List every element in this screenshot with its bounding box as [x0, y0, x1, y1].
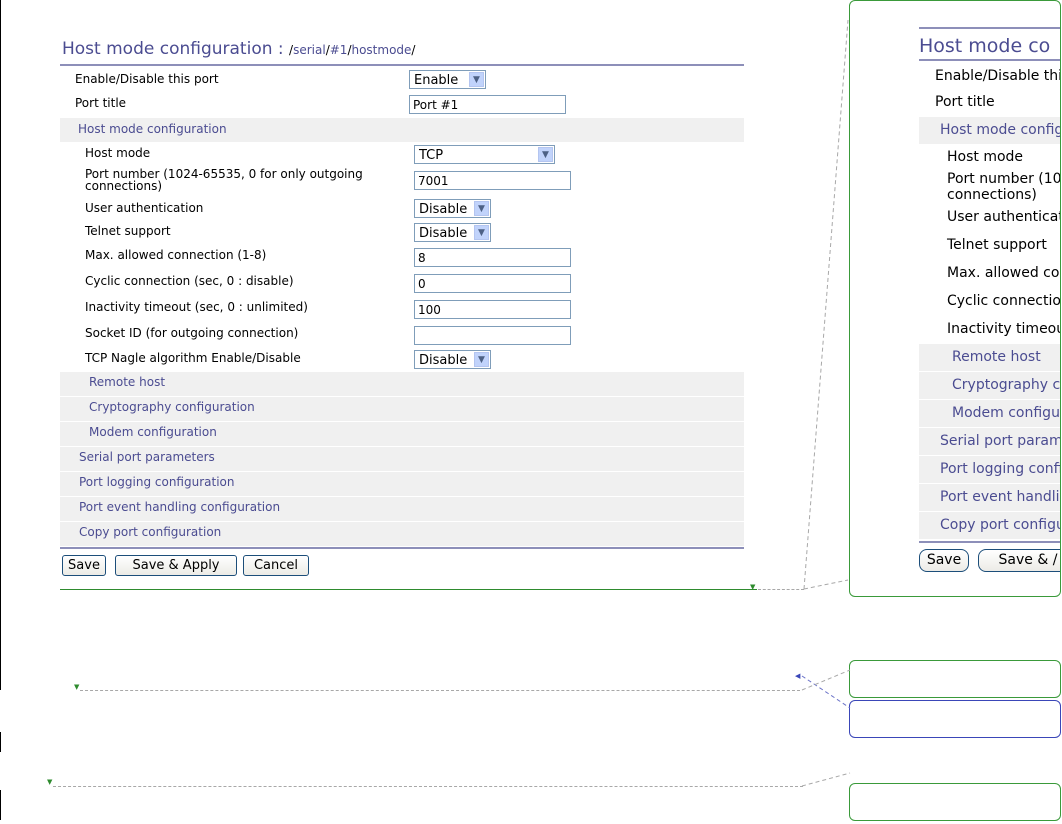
connector-lines [801, 772, 851, 787]
title-divider [60, 64, 744, 66]
preview-row: Telnet support [947, 237, 1047, 253]
triangle-marker-icon: ▼ [47, 778, 53, 786]
section-modem[interactable]: Modem configuration [60, 422, 744, 446]
preview-row: Port title [935, 94, 995, 110]
left-edge-bar [0, 732, 1, 752]
left-edge-bar [0, 0, 1, 690]
preview-row: Remote host [919, 344, 1060, 371]
callout-green [849, 660, 1061, 698]
footer-divider [60, 547, 744, 549]
port-title-input[interactable]: Port #1 [409, 95, 566, 114]
triangle-marker-icon: ▼ [74, 683, 80, 691]
breadcrumb: /serial/#1/hostmode/ [289, 43, 416, 57]
preview-row: Port number (102 [947, 171, 1061, 187]
chevron-down-icon: ▼ [474, 225, 489, 240]
row-port-number: Port number (1024-65535, 0 for only outg… [85, 167, 363, 193]
connector-lines [801, 669, 851, 709]
row-cyclic: Cyclic connection (sec, 0 : disable) [85, 274, 294, 288]
row-socket-id: Socket ID (for outgoing connection) [85, 326, 299, 340]
preview-row: Cyclic connectio [947, 293, 1061, 309]
section-host-mode[interactable]: Host mode configuration [60, 118, 744, 142]
port-number-input[interactable]: 7001 [414, 171, 571, 190]
row-max-conn: Max. allowed connection (1-8) [85, 248, 267, 262]
preview-row: Max. allowed co [947, 265, 1060, 281]
chevron-down-icon: ▼ [474, 352, 489, 367]
preview-row: Host mode [947, 149, 1024, 165]
callout-blue [849, 700, 1061, 738]
page-title-text: Host mode configuration [62, 39, 273, 59]
preview-row: Port event handlin [919, 484, 1060, 511]
preview-title: Host mode co [919, 35, 1051, 57]
chevron-down-icon: ▼ [538, 147, 553, 162]
preview-row: Inactivity timeout [947, 321, 1061, 337]
section-logging[interactable]: Port logging configuration [60, 472, 744, 496]
row-port-title: Port title [75, 96, 127, 110]
row-nagle: TCP Nagle algorithm Enable/Disable [85, 351, 301, 365]
callout-green [849, 783, 1061, 821]
preview-row: User authenticati [947, 209, 1061, 225]
preview-row: Host mode config [919, 117, 1060, 144]
breadcrumb-port[interactable]: #1 [330, 43, 348, 57]
dashed-connector [80, 690, 800, 691]
save-apply-button[interactable]: Save & Apply [115, 555, 237, 576]
green-guide-line [60, 589, 757, 590]
connector-lines [803, 19, 849, 590]
host-mode-select[interactable]: TCP ▼ [414, 145, 555, 164]
breadcrumb-serial[interactable]: serial [293, 43, 326, 57]
section-remote-host[interactable]: Remote host [60, 372, 744, 396]
row-enable-port: Enable/Disable this port [75, 72, 219, 86]
section-event[interactable]: Port event handling configuration [60, 497, 744, 521]
telnet-select[interactable]: Disable ▼ [414, 223, 491, 242]
chevron-down-icon: ▼ [469, 72, 484, 87]
triangle-marker-icon: ▼ [750, 583, 756, 591]
save-button[interactable]: Save [62, 555, 106, 576]
chevron-down-icon: ▼ [474, 201, 489, 216]
preview-row: Modem configur [919, 400, 1060, 427]
row-host-mode: Host mode [85, 146, 151, 160]
cancel-button[interactable]: Cancel [243, 555, 309, 576]
dashed-connector [53, 786, 803, 787]
socket-id-input[interactable] [414, 326, 571, 345]
section-copy[interactable]: Copy port configuration [60, 522, 744, 546]
nagle-select[interactable]: Disable ▼ [414, 350, 491, 369]
preview-row: Cryptography cc [919, 372, 1060, 399]
preview-row: connections) [947, 187, 1037, 203]
left-edge-bar [0, 790, 1, 820]
preview-row: Port logging confi [919, 456, 1060, 483]
preview-save-button: Save [919, 549, 969, 572]
preview-row: Copy port configu [919, 512, 1060, 539]
preview-save-apply-button: Save & / [978, 549, 1060, 572]
section-serial-params[interactable]: Serial port parameters [60, 447, 744, 471]
enable-port-select[interactable]: Enable ▼ [409, 70, 486, 89]
row-user-auth: User authentication [85, 201, 204, 215]
section-crypto[interactable]: Cryptography configuration [60, 397, 744, 421]
preview-row: Enable/Disable thi [935, 68, 1061, 84]
magnified-preview: Host mode co Enable/Disable thi Port tit… [849, 0, 1061, 597]
row-inactivity: Inactivity timeout (sec, 0 : unlimited) [85, 300, 308, 314]
max-conn-input[interactable]: 8 [414, 248, 571, 267]
cyclic-input[interactable]: 0 [414, 274, 571, 293]
row-telnet: Telnet support [85, 224, 171, 238]
page-title: Host mode configuration : /serial/#1/hos… [62, 39, 416, 59]
breadcrumb-hostmode[interactable]: hostmode [351, 43, 411, 57]
inactivity-input[interactable]: 100 [414, 300, 571, 319]
user-auth-select[interactable]: Disable ▼ [414, 199, 491, 218]
preview-row: Serial port parame [919, 428, 1060, 455]
